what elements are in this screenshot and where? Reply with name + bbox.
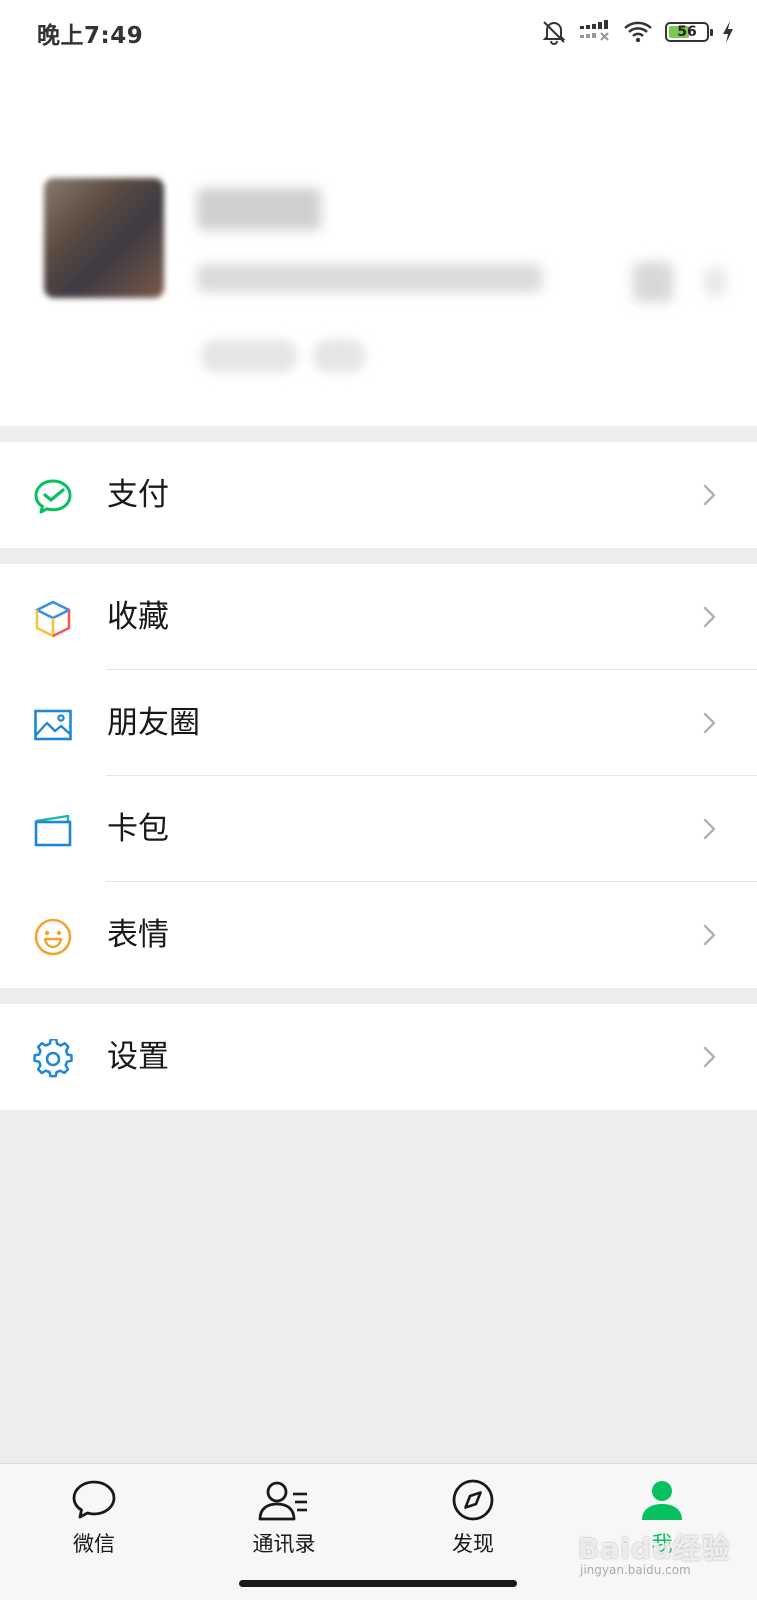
menu-item-favorites[interactable]: 收藏: [0, 564, 757, 670]
battery-icon: 56: [665, 22, 713, 42]
status-button[interactable]: [200, 339, 298, 373]
gear-icon: [33, 1039, 73, 1078]
home-indicator[interactable]: [239, 1580, 517, 1587]
chevron-right-icon: [703, 818, 716, 840]
menu-item-moments[interactable]: 朋友圈: [0, 670, 757, 776]
wechat-id-blurred: [197, 264, 542, 292]
compass-icon: [452, 1479, 494, 1521]
menu-item-cards-label: 卡包: [107, 811, 169, 847]
status-time: 晚上7:49: [37, 23, 144, 49]
battery-level: 56: [677, 24, 697, 40]
chevron-right-icon: [703, 606, 716, 628]
menu-item-settings-label: 设置: [107, 1039, 169, 1075]
wallet-icon: [34, 814, 72, 847]
cube-icon: [35, 600, 71, 638]
wifi-icon: [624, 21, 652, 43]
chevron-right-icon: [703, 1046, 716, 1068]
menu-item-stickers[interactable]: 表情: [0, 882, 757, 988]
menu-item-favorites-label: 收藏: [107, 599, 169, 635]
tab-discover[interactable]: 发现: [413, 1478, 533, 1558]
status-bar: 晚上7:49 56: [0, 0, 757, 64]
tab-chats-label: 微信: [73, 1532, 115, 1556]
chevron-right-icon: [703, 712, 716, 734]
bell-muted-icon: [542, 21, 566, 45]
chevron-right-icon: [704, 268, 726, 296]
charging-icon: [723, 21, 733, 43]
chevron-right-icon: [703, 924, 716, 946]
menu-item-pay[interactable]: 支付: [0, 442, 757, 548]
tab-discover-label: 发现: [452, 1532, 494, 1556]
tab-contacts-label: 通讯录: [252, 1532, 316, 1556]
qr-code-icon[interactable]: [633, 262, 673, 302]
menu-group-settings: 设置: [0, 1004, 757, 1110]
menu-item-pay-label: 支付: [107, 477, 169, 513]
profile-header[interactable]: [0, 64, 757, 426]
more-status-button[interactable]: [312, 339, 366, 373]
status-icons: 56: [541, 14, 735, 50]
nickname-blurred: [197, 188, 321, 230]
menu-group-main: 收藏 朋友圈 卡包 表情: [0, 564, 757, 988]
chevron-right-icon: [703, 484, 716, 506]
watermark-url: jingyan.baidu.com: [580, 1563, 691, 1577]
menu-item-settings[interactable]: 设置: [0, 1004, 757, 1110]
wechat-pay-icon: [34, 479, 72, 514]
picture-icon: [34, 709, 72, 741]
menu-group-pay: 支付: [0, 442, 757, 548]
avatar[interactable]: [44, 178, 164, 298]
chat-bubble-icon: [72, 1480, 116, 1519]
watermark-logo: Baidu经验: [578, 1532, 731, 1565]
contacts-icon: [258, 1481, 307, 1521]
menu-item-moments-label: 朋友圈: [107, 705, 200, 741]
status-tags: [200, 339, 366, 373]
menu-item-stickers-label: 表情: [107, 917, 169, 953]
smile-icon: [34, 918, 72, 956]
person-icon: [642, 1481, 682, 1520]
menu-item-cards[interactable]: 卡包: [0, 776, 757, 882]
tab-contacts[interactable]: 通讯录: [224, 1478, 344, 1558]
tab-chats[interactable]: 微信: [34, 1478, 154, 1558]
signal-icon: [580, 20, 609, 41]
